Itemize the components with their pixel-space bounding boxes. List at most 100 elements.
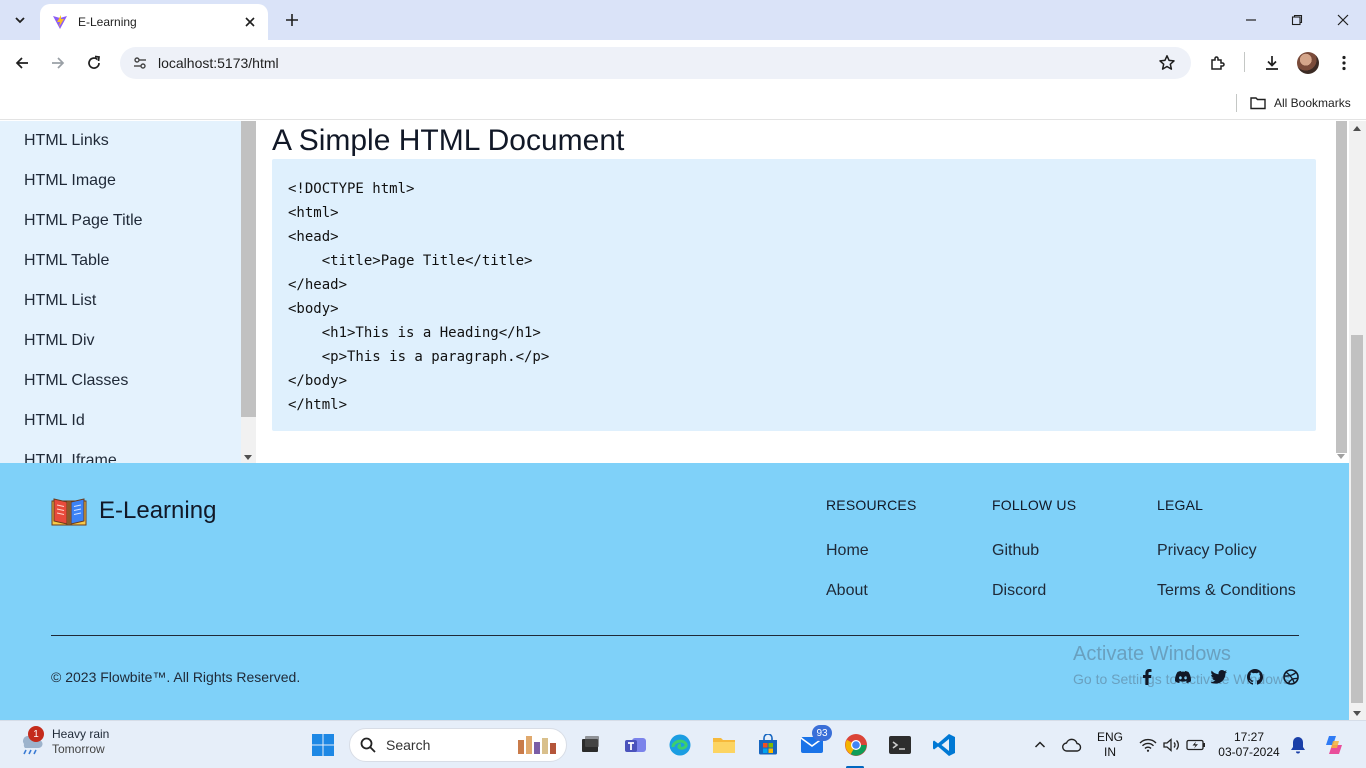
sidebar-scroll-down-arrow[interactable]	[244, 455, 252, 460]
sidebar-scrollbar[interactable]	[241, 121, 256, 463]
downloads-button[interactable]	[1258, 49, 1286, 77]
battery-charging-icon	[1186, 739, 1205, 751]
address-bar[interactable]: localhost:5173/html	[120, 47, 1191, 79]
window-scroll-up-arrow[interactable]	[1353, 126, 1361, 131]
toolbar-divider	[1244, 52, 1245, 72]
tab-title: E-Learning	[78, 15, 137, 29]
site-info-icon[interactable]	[122, 47, 158, 79]
footer-link-privacy-policy[interactable]: Privacy Policy	[1157, 542, 1257, 560]
close-icon	[1337, 14, 1349, 26]
profile-button[interactable]	[1294, 49, 1322, 77]
footer-link-terms[interactable]: Terms & Conditions	[1157, 582, 1296, 600]
speaker-icon	[1163, 738, 1179, 752]
avatar	[1297, 52, 1319, 74]
sidebar-item-html-links[interactable]: HTML Links	[24, 132, 109, 150]
forward-button[interactable]	[44, 49, 72, 77]
window-scrollbar[interactable]	[1349, 121, 1366, 720]
code-line: </head>	[288, 277, 348, 293]
sidebar-scroll-thumb[interactable]	[241, 121, 256, 417]
all-bookmarks-label: All Bookmarks	[1274, 96, 1351, 110]
extensions-button[interactable]	[1204, 49, 1232, 77]
restore-button[interactable]	[1274, 0, 1320, 40]
footer-link-home[interactable]: Home	[826, 542, 869, 560]
chevron-up-icon	[1034, 741, 1046, 748]
language-indicator[interactable]: ENG IN	[1094, 730, 1126, 760]
windows-logo-icon	[312, 734, 334, 756]
sidebar-item-html-page-title[interactable]: HTML Page Title	[24, 212, 143, 230]
task-view-button[interactable]	[574, 729, 606, 761]
sidebar-item-html-image[interactable]: HTML Image	[24, 172, 116, 190]
reload-button[interactable]	[80, 49, 108, 77]
start-button[interactable]	[307, 729, 339, 761]
footer-heading-resources: RESOURCES	[826, 497, 917, 513]
edge-icon	[669, 734, 691, 756]
footer-link-discord[interactable]: Discord	[992, 582, 1046, 600]
file-explorer-button[interactable]	[708, 729, 740, 761]
clock[interactable]: 17:27 03-07-2024	[1216, 730, 1282, 760]
sidebar-item-html-div[interactable]: HTML Div	[24, 332, 95, 350]
chrome-button[interactable]	[840, 729, 872, 761]
content-scrollbar[interactable]	[1334, 121, 1349, 463]
discord-icon[interactable]	[1174, 668, 1192, 686]
terminal-button[interactable]	[884, 729, 916, 761]
folder-icon	[1250, 97, 1266, 110]
clock-date: 03-07-2024	[1218, 745, 1280, 759]
copilot-button[interactable]	[1318, 729, 1350, 761]
browser-tab[interactable]: E-Learning	[40, 4, 268, 40]
tab-strip: E-Learning	[0, 0, 1366, 40]
windows-taskbar: 1 Heavy rain Tomorrow Search 93 ENG IN 1…	[0, 720, 1366, 768]
onedrive-button[interactable]	[1056, 729, 1088, 761]
code-block: <!DOCTYPE html> <html> <head> <title>Pag…	[272, 159, 1316, 431]
minimize-button[interactable]	[1228, 0, 1274, 40]
chevron-down-icon	[15, 17, 25, 24]
footer-heading-legal: LEGAL	[1157, 497, 1204, 513]
back-button[interactable]	[8, 49, 36, 77]
show-hidden-icons-button[interactable]	[1024, 729, 1056, 761]
bookmark-star-icon[interactable]	[1149, 47, 1185, 79]
wifi-icon	[1139, 738, 1157, 752]
sidebar-item-html-list[interactable]: HTML List	[24, 292, 96, 310]
vscode-button[interactable]	[928, 729, 960, 761]
store-button[interactable]	[752, 729, 784, 761]
notifications-button[interactable]	[1282, 729, 1314, 761]
tab-close-icon[interactable]	[242, 14, 258, 30]
arrow-right-icon	[52, 57, 65, 69]
window-scroll-down-arrow[interactable]	[1353, 711, 1361, 716]
github-icon[interactable]	[1246, 668, 1264, 686]
taskbar-search[interactable]: Search	[349, 728, 567, 762]
new-tab-button[interactable]	[280, 8, 304, 32]
clock-time: 17:27	[1233, 730, 1265, 744]
sidebar-item-html-classes[interactable]: HTML Classes	[24, 372, 128, 390]
footer-link-github[interactable]: Github	[992, 542, 1039, 560]
footer-brand[interactable]: E-Learning	[51, 495, 216, 527]
terminal-icon	[889, 736, 911, 754]
edge-button[interactable]	[664, 729, 696, 761]
close-window-button[interactable]	[1320, 0, 1366, 40]
mail-button[interactable]: 93	[796, 725, 832, 761]
more-vertical-icon	[1342, 55, 1346, 71]
sidebar-item-html-id[interactable]: HTML Id	[24, 412, 85, 430]
teams-button[interactable]	[620, 729, 652, 761]
twitter-icon[interactable]	[1210, 668, 1228, 686]
social-links	[1120, 668, 1300, 686]
footer-column-resources: RESOURCES Home About	[826, 497, 917, 599]
content-scroll-down-arrow[interactable]	[1337, 454, 1345, 459]
sidebar-item-html-iframe[interactable]: HTML Iframe	[24, 452, 117, 463]
window-scroll-thumb[interactable]	[1351, 335, 1363, 703]
sidebar-item-html-table[interactable]: HTML Table	[24, 252, 109, 270]
facebook-icon[interactable]	[1138, 668, 1156, 686]
weather-widget[interactable]: 1 Heavy rain Tomorrow	[16, 726, 109, 757]
search-highlight-icon	[518, 736, 556, 754]
footer-link-about[interactable]: About	[826, 582, 868, 600]
content-scroll-thumb[interactable]	[1336, 121, 1347, 453]
tab-search-button[interactable]	[6, 8, 34, 32]
chrome-menu-button[interactable]	[1330, 49, 1358, 77]
rain-cloud-icon: 1	[16, 726, 44, 756]
chrome-icon	[845, 734, 867, 756]
battery-button[interactable]	[1180, 729, 1212, 761]
all-bookmarks-button[interactable]: All Bookmarks	[1250, 91, 1351, 115]
url-text[interactable]: localhost:5173/html	[158, 55, 1149, 71]
bookmarks-divider	[1236, 94, 1237, 112]
plus-icon	[286, 14, 298, 26]
dribbble-icon[interactable]	[1282, 668, 1300, 686]
